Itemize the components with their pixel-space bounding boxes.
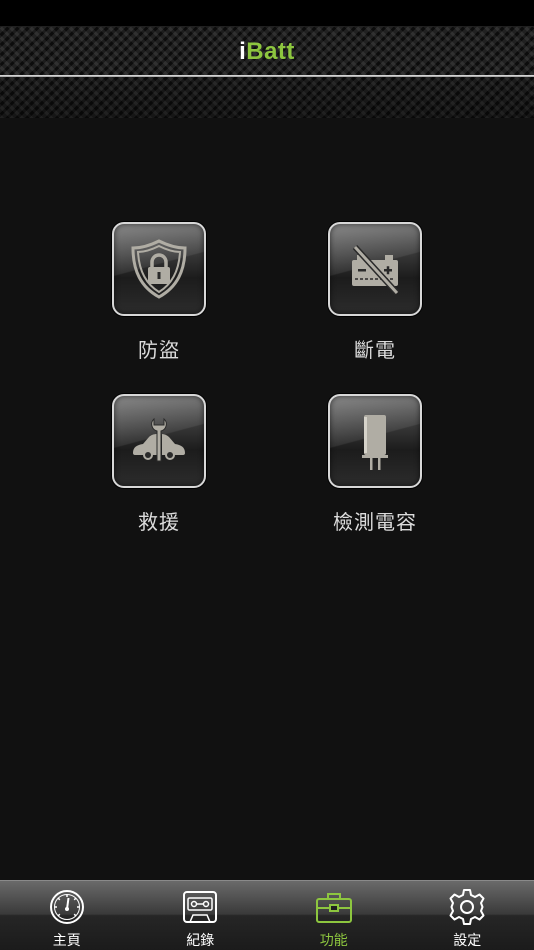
app-screen: iBatt 防盜 斷電 救援 檢測電容 主頁 紀錄 功能 設定: [0, 0, 534, 950]
toolbox-icon: [315, 893, 352, 923]
car-wrench-icon: [133, 417, 185, 462]
gauge-icon: [49, 890, 84, 924]
tab-home[interactable]: 主頁: [0, 881, 134, 950]
cassette-icon: [183, 891, 218, 923]
status-bar: [0, 0, 534, 26]
rescue-button[interactable]: [112, 394, 206, 488]
anti-theft-label: 防盜: [138, 338, 180, 362]
battery-off-icon: [352, 244, 400, 296]
power-cut-label: 斷電: [354, 338, 396, 362]
feature-power-cut[interactable]: 斷電: [285, 222, 465, 382]
bottom-tab-bar: 主頁 紀錄 功能 設定: [0, 880, 534, 950]
tab-settings-label: 設定: [453, 933, 482, 949]
gear-icon: [449, 889, 485, 925]
header-bar: iBatt: [0, 26, 534, 118]
shield-lock-icon: [131, 239, 187, 299]
feature-rescue[interactable]: 救援: [69, 394, 249, 554]
tab-functions-label: 功能: [319, 933, 348, 949]
power-cut-button[interactable]: [328, 222, 422, 316]
feature-anti-theft[interactable]: 防盜: [69, 222, 249, 382]
tab-functions[interactable]: 功能: [267, 881, 401, 950]
capacitor-test-label: 檢測電容: [333, 510, 417, 534]
tab-records[interactable]: 紀錄: [134, 881, 268, 950]
rescue-label: 救援: [138, 510, 180, 534]
feature-capacitor-test[interactable]: 檢測電容: [285, 394, 465, 554]
app-title: iBatt: [0, 38, 534, 66]
tab-settings[interactable]: 設定: [401, 881, 534, 950]
tab-records-label: 紀錄: [186, 933, 215, 949]
app-title-rest: Batt: [246, 38, 295, 65]
capacitor-test-button[interactable]: [328, 394, 422, 488]
tab-home-label: 主頁: [52, 933, 81, 949]
header-texture-band: [0, 77, 534, 118]
anti-theft-button[interactable]: [112, 222, 206, 316]
capacitor-icon: [362, 415, 388, 470]
